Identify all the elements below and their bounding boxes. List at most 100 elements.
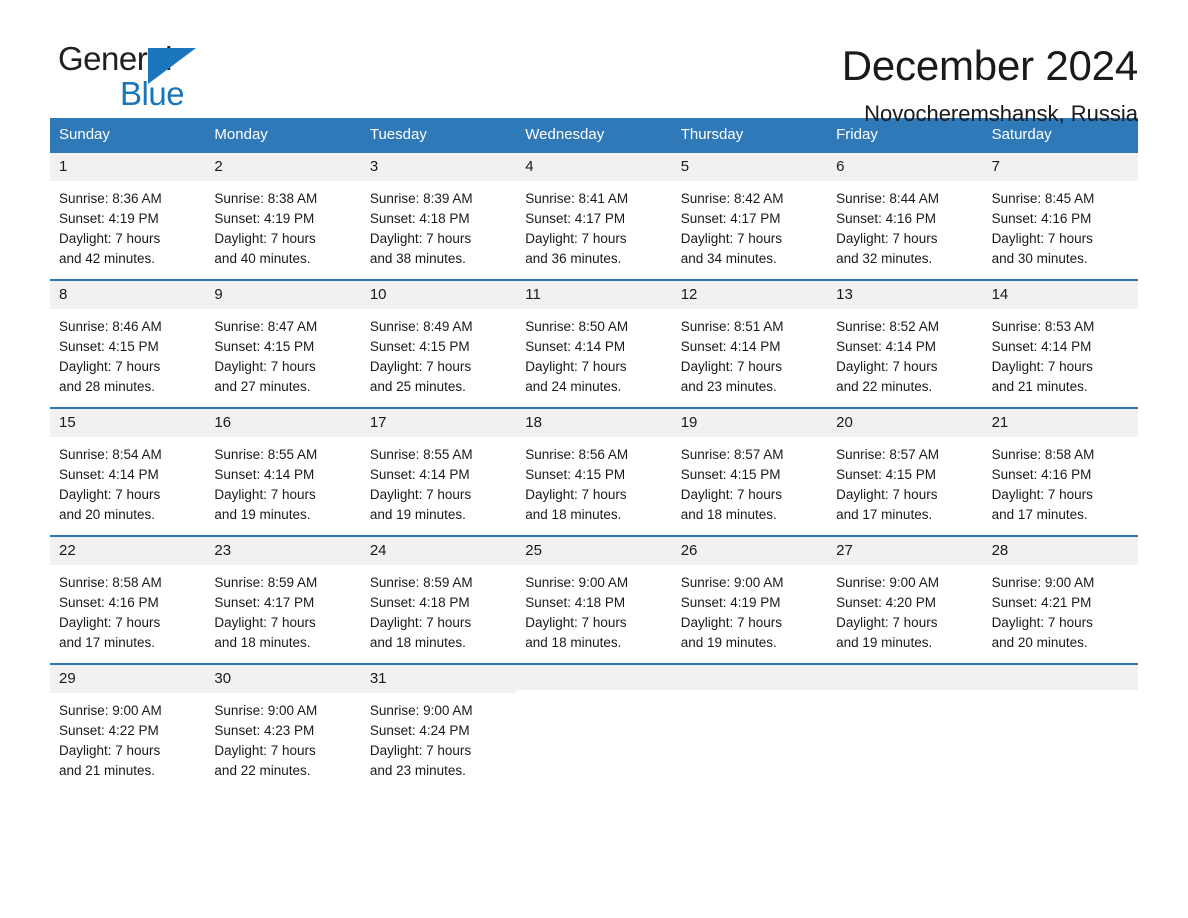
sunrise-text: Sunrise: 8:47 AM <box>214 319 318 335</box>
calendar-day-cell-empty <box>516 665 672 783</box>
weekday-header-row: Sunday Monday Tuesday Wednesday Thursday Frid… <box>50 118 1138 153</box>
calendar-week-row: 22 Sunrise: 8:58 AM Sunset: 4:16 PM Dayligh… <box>50 535 1138 655</box>
calendar-day-cell[interactable]: 30 Sunrise: 9:00 AM Sunset: 4:23 PM Dayligh… <box>205 665 361 783</box>
daylight-text-line1: Daylight: 7 hours <box>991 231 1093 247</box>
calendar-day-cell[interactable]: 29 Sunrise: 9:00 AM Sunset: 4:22 PM Dayligh… <box>50 665 206 783</box>
daylight-text-line1: Daylight: 7 hours <box>59 743 161 759</box>
day-number: 20 <box>827 409 983 438</box>
day-number: 26 <box>671 537 828 566</box>
calendar-day-cell[interactable]: 6 Sunrise: 8:44 AM Sunset: 4:16 PM Daylight… <box>827 153 983 271</box>
sunrise-text: Sunrise: 8:56 AM <box>525 447 629 463</box>
day-sun-info: Sunrise: 8:53 AM Sunset: 4:14 PM Daylight:… <box>983 309 1138 397</box>
day-number: 6 <box>827 153 983 182</box>
day-number: 2 <box>205 153 361 182</box>
sunset-text: Sunset: 4:19 PM <box>214 211 315 227</box>
day-number <box>982 665 1138 690</box>
day-sun-info: Sunrise: 8:55 AM Sunset: 4:14 PM Daylight:… <box>361 437 516 525</box>
sunset-text: Sunset: 4:16 PM <box>59 595 159 611</box>
day-sun-info: Sunrise: 8:44 AM Sunset: 4:16 PM Daylight:… <box>827 181 982 269</box>
calendar-day-cell[interactable]: 25 Sunrise: 9:00 AM Sunset: 4:18 PM Dayligh… <box>516 537 672 655</box>
daylight-text-line2: and 19 minutes. <box>369 507 466 523</box>
day-number <box>827 665 983 690</box>
day-number: 4 <box>516 153 672 182</box>
sunrise-text: Sunrise: 9:00 AM <box>59 703 162 719</box>
calendar-day-cell[interactable]: 15 Sunrise: 8:54 AM Sunset: 4:14 PM Dayligh… <box>50 409 206 527</box>
sunrise-text: Sunrise: 8:58 AM <box>59 575 162 591</box>
sunrise-text: Sunrise: 8:54 AM <box>59 447 162 463</box>
calendar-day-cell[interactable]: 11 Sunrise: 8:50 AM Sunset: 4:14 PM Dayligh… <box>516 281 672 399</box>
daylight-text-line1: Daylight: 7 hours <box>59 487 161 503</box>
sunrise-text: Sunrise: 8:55 AM <box>214 447 318 463</box>
daylight-text-line1: Daylight: 7 hours <box>369 615 472 631</box>
calendar-day-cell[interactable]: 7 Sunrise: 8:45 AM Sunset: 4:16 PM Daylight… <box>982 153 1138 271</box>
sunset-text: Sunset: 4:19 PM <box>680 595 781 611</box>
calendar-day-cell[interactable]: 16 Sunrise: 8:55 AM Sunset: 4:14 PM Dayligh… <box>205 409 361 527</box>
calendar-day-cell[interactable]: 17 Sunrise: 8:55 AM Sunset: 4:14 PM Dayligh… <box>360 409 517 527</box>
daylight-text-line1: Daylight: 7 hours <box>991 359 1093 375</box>
day-number: 31 <box>360 665 517 694</box>
calendar-day-cell[interactable]: 1 Sunrise: 8:36 AM Sunset: 4:19 PM Daylight… <box>50 153 206 271</box>
calendar-day-cell[interactable]: 8 Sunrise: 8:46 AM Sunset: 4:15 PM Daylight… <box>50 281 206 399</box>
day-sun-info: Sunrise: 9:00 AM Sunset: 4:24 PM Daylight:… <box>361 693 516 781</box>
calendar-day-cell[interactable]: 2 Sunrise: 8:38 AM Sunset: 4:19 PM Daylight… <box>205 153 361 271</box>
day-number: 7 <box>982 153 1138 182</box>
sunrise-text: Sunrise: 8:49 AM <box>369 319 473 335</box>
calendar-day-cell[interactable]: 21 Sunrise: 8:58 AM Sunset: 4:16 PM Dayligh… <box>982 409 1138 527</box>
daylight-text-line2: and 23 minutes. <box>680 379 777 395</box>
daylight-text-line2: and 38 minutes. <box>369 251 466 267</box>
calendar-day-cell[interactable]: 23 Sunrise: 8:59 AM Sunset: 4:17 PM Dayligh… <box>205 537 361 655</box>
daylight-text-line2: and 18 minutes. <box>680 507 777 523</box>
daylight-text-line1: Daylight: 7 hours <box>991 487 1093 503</box>
day-number: 19 <box>671 409 828 438</box>
calendar-day-cell[interactable]: 20 Sunrise: 8:57 AM Sunset: 4:15 PM Dayligh… <box>827 409 983 527</box>
calendar-day-cell[interactable]: 5 Sunrise: 8:42 AM Sunset: 4:17 PM Daylight… <box>671 153 828 271</box>
sunset-text: Sunset: 4:18 PM <box>369 211 470 227</box>
calendar-day-cell[interactable]: 3 Sunrise: 8:39 AM Sunset: 4:18 PM Daylight… <box>360 153 517 271</box>
sunrise-text: Sunrise: 8:57 AM <box>680 447 784 463</box>
calendar-day-cell-empty <box>827 665 983 783</box>
sunrise-text: Sunrise: 8:58 AM <box>991 447 1095 463</box>
daylight-text-line1: Daylight: 7 hours <box>214 615 316 631</box>
calendar-day-cell[interactable]: 4 Sunrise: 8:41 AM Sunset: 4:17 PM Daylight… <box>516 153 672 271</box>
daylight-text-line1: Daylight: 7 hours <box>680 231 783 247</box>
calendar-day-cell[interactable]: 18 Sunrise: 8:56 AM Sunset: 4:15 PM Dayligh… <box>516 409 672 527</box>
sunset-text: Sunset: 4:14 PM <box>214 467 315 483</box>
daylight-text-line1: Daylight: 7 hours <box>369 487 472 503</box>
title-block: December 2024 Novocheremshansk, Russia <box>230 42 1138 126</box>
calendar-week-row: 1 Sunrise: 8:36 AM Sunset: 4:19 PM Daylight… <box>50 153 1138 271</box>
day-number: 14 <box>982 281 1138 310</box>
calendar-day-cell[interactable]: 31 Sunrise: 9:00 AM Sunset: 4:24 PM Dayligh… <box>360 665 517 783</box>
daylight-text-line2: and 17 minutes. <box>991 507 1088 523</box>
day-sun-info: Sunrise: 8:58 AM Sunset: 4:16 PM Daylight:… <box>50 565 205 653</box>
sunset-text: Sunset: 4:16 PM <box>991 211 1092 227</box>
daylight-text-line1: Daylight: 7 hours <box>59 615 161 631</box>
calendar-day-cell[interactable]: 26 Sunrise: 9:00 AM Sunset: 4:19 PM Dayligh… <box>671 537 828 655</box>
sunset-text: Sunset: 4:21 PM <box>991 595 1092 611</box>
daylight-text-line2: and 17 minutes. <box>59 635 156 651</box>
calendar-day-cell[interactable]: 13 Sunrise: 8:52 AM Sunset: 4:14 PM Dayligh… <box>827 281 983 399</box>
day-number <box>671 665 828 690</box>
daylight-text-line2: and 22 minutes. <box>214 763 311 779</box>
sunrise-text: Sunrise: 8:46 AM <box>59 319 162 335</box>
day-number: 24 <box>360 537 517 566</box>
calendar-week-row: 8 Sunrise: 8:46 AM Sunset: 4:15 PM Daylight… <box>50 279 1138 399</box>
calendar-day-cell[interactable]: 19 Sunrise: 8:57 AM Sunset: 4:15 PM Dayligh… <box>671 409 828 527</box>
day-number: 18 <box>516 409 672 438</box>
daylight-text-line2: and 24 minutes. <box>525 379 622 395</box>
calendar-day-cell[interactable]: 9 Sunrise: 8:47 AM Sunset: 4:15 PM Daylight… <box>205 281 361 399</box>
daylight-text-line2: and 18 minutes. <box>525 635 622 651</box>
sunset-text: Sunset: 4:22 PM <box>59 723 159 739</box>
daylight-text-line1: Daylight: 7 hours <box>525 231 627 247</box>
calendar-day-cell[interactable]: 14 Sunrise: 8:53 AM Sunset: 4:14 PM Dayligh… <box>982 281 1138 399</box>
calendar-day-cell[interactable]: 12 Sunrise: 8:51 AM Sunset: 4:14 PM Dayligh… <box>671 281 828 399</box>
generalblue-logo[interactable]: General Blue <box>50 42 230 116</box>
calendar-day-cell[interactable]: 28 Sunrise: 9:00 AM Sunset: 4:21 PM Dayligh… <box>982 537 1138 655</box>
sunrise-text: Sunrise: 9:00 AM <box>525 575 629 591</box>
sunset-text: Sunset: 4:14 PM <box>59 467 159 483</box>
calendar-day-cell[interactable]: 10 Sunrise: 8:49 AM Sunset: 4:15 PM Dayligh… <box>360 281 517 399</box>
day-sun-info: Sunrise: 8:54 AM Sunset: 4:14 PM Daylight:… <box>50 437 205 525</box>
calendar-day-cell[interactable]: 22 Sunrise: 8:58 AM Sunset: 4:16 PM Dayligh… <box>50 537 206 655</box>
calendar-day-cell[interactable]: 24 Sunrise: 8:59 AM Sunset: 4:18 PM Dayligh… <box>360 537 517 655</box>
calendar-day-cell[interactable]: 27 Sunrise: 9:00 AM Sunset: 4:20 PM Dayligh… <box>827 537 983 655</box>
day-number <box>516 665 672 690</box>
